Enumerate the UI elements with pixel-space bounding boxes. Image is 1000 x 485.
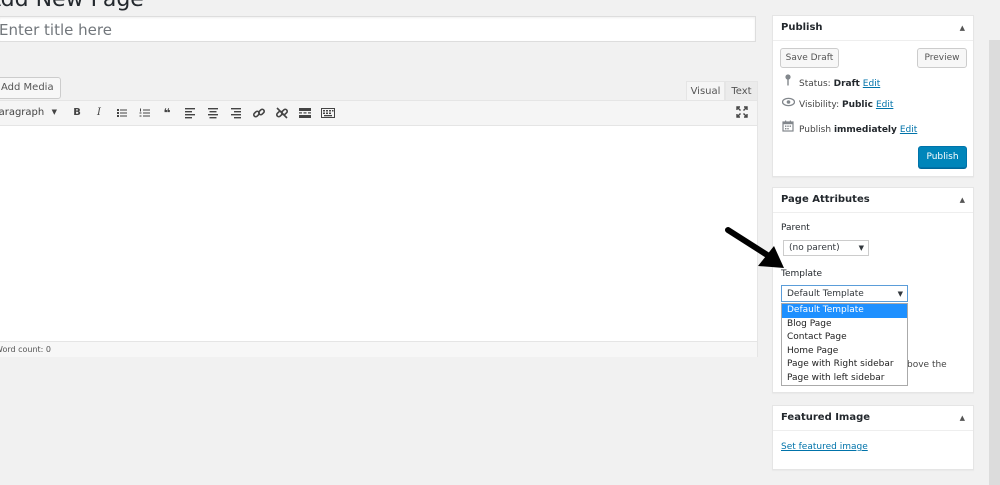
align-left-icon[interactable] bbox=[182, 105, 198, 121]
template-select-value: Default Template bbox=[787, 289, 864, 299]
publish-box-title: Publish bbox=[781, 22, 823, 33]
publish-button[interactable]: Publish bbox=[918, 146, 967, 168]
toolbar-toggle-icon[interactable] bbox=[320, 105, 336, 121]
italic-icon[interactable]: I bbox=[91, 105, 107, 121]
page-attributes-title: Page Attributes bbox=[781, 194, 870, 205]
numbered-list-icon[interactable] bbox=[137, 105, 153, 121]
template-option[interactable]: Contact Page bbox=[782, 331, 907, 345]
unlink-icon[interactable] bbox=[274, 105, 290, 121]
parent-select[interactable]: (no parent) ▼ bbox=[783, 240, 869, 256]
publish-time-value: immediately bbox=[833, 125, 897, 135]
publish-time-row: Publish immediately Edit bbox=[781, 120, 917, 137]
link-icon[interactable] bbox=[251, 105, 267, 121]
bold-icon[interactable]: B bbox=[69, 105, 85, 121]
collapse-icon[interactable]: ▲ bbox=[960, 414, 965, 422]
title-input[interactable]: Enter title here bbox=[0, 16, 756, 42]
preview-button[interactable]: Preview bbox=[917, 48, 967, 68]
visibility-row: Visibility: Public Edit bbox=[781, 97, 893, 111]
eye-icon bbox=[781, 97, 795, 112]
template-select[interactable]: Default Template ▼ bbox=[781, 285, 908, 302]
parent-select-value: (no parent) bbox=[789, 243, 840, 253]
collapse-icon[interactable]: ▲ bbox=[960, 24, 965, 32]
publish-box-header[interactable]: Publish ▲ bbox=[773, 16, 973, 41]
template-option[interactable]: Page with Right sidebar bbox=[782, 358, 907, 372]
word-count: Word count: 0 bbox=[0, 345, 52, 354]
status-value: Draft bbox=[833, 79, 860, 89]
calendar-icon bbox=[781, 120, 795, 137]
add-media-button[interactable]: Add Media bbox=[0, 77, 61, 99]
featured-image-box: Featured Image ▲ Set featured image bbox=[772, 405, 974, 470]
editor-toolbar: Paragraph ▼ B I ❝ bbox=[0, 101, 757, 126]
edit-visibility-link[interactable]: Edit bbox=[876, 100, 893, 110]
scrollbar[interactable] bbox=[989, 40, 1000, 485]
format-select[interactable]: Paragraph ▼ bbox=[0, 105, 59, 120]
template-option[interactable]: Home Page bbox=[782, 345, 907, 359]
fullscreen-icon[interactable] bbox=[735, 105, 749, 119]
featured-image-title: Featured Image bbox=[781, 412, 871, 423]
save-draft-button[interactable]: Save Draft bbox=[780, 48, 839, 68]
format-select-value: Paragraph bbox=[0, 107, 45, 118]
template-help-text: bove the bbox=[907, 360, 947, 370]
arrow-annotation-icon bbox=[725, 227, 784, 268]
publish-time-label: Publish bbox=[799, 125, 832, 135]
chevron-down-icon: ▼ bbox=[51, 108, 57, 116]
read-more-icon[interactable] bbox=[297, 105, 313, 121]
status-row: Status: Draft Edit bbox=[781, 74, 880, 91]
editor-body[interactable] bbox=[0, 126, 757, 341]
title-placeholder: Enter title here bbox=[0, 21, 112, 39]
content-editor: Paragraph ▼ B I ❝ bbox=[0, 100, 758, 357]
collapse-icon[interactable]: ▲ bbox=[960, 196, 965, 204]
align-right-icon[interactable] bbox=[228, 105, 244, 121]
tab-visual[interactable]: Visual bbox=[686, 81, 725, 102]
set-featured-image-link[interactable]: Set featured image bbox=[781, 442, 868, 452]
align-center-icon[interactable] bbox=[205, 105, 221, 121]
add-media-label: Add Media bbox=[1, 82, 54, 93]
blockquote-icon[interactable]: ❝ bbox=[159, 105, 175, 121]
chevron-down-icon: ▼ bbox=[858, 244, 864, 252]
visibility-label: Visibility: bbox=[799, 100, 840, 110]
template-option[interactable]: Default Template bbox=[782, 304, 907, 318]
template-option[interactable]: Blog Page bbox=[782, 318, 907, 332]
page-attributes-header[interactable]: Page Attributes ▲ bbox=[773, 188, 973, 213]
editor-statusbar: Word count: 0 bbox=[0, 341, 757, 357]
pin-icon bbox=[781, 74, 795, 91]
chevron-down-icon: ▼ bbox=[897, 290, 903, 298]
visibility-value: Public bbox=[841, 100, 873, 110]
page-heading: Add New Page bbox=[0, 0, 144, 12]
template-option[interactable]: Page with left sidebar bbox=[782, 372, 907, 386]
template-dropdown: Default Template Blog Page Contact Page … bbox=[781, 303, 908, 386]
edit-publish-time-link[interactable]: Edit bbox=[900, 125, 917, 135]
page-attributes-box: Page Attributes ▲ Parent (no parent) ▼ T… bbox=[772, 187, 974, 393]
bullet-list-icon[interactable] bbox=[114, 105, 130, 121]
status-label: Status: bbox=[799, 79, 831, 89]
featured-image-header[interactable]: Featured Image ▲ bbox=[773, 406, 973, 431]
edit-status-link[interactable]: Edit bbox=[863, 79, 880, 89]
tab-text[interactable]: Text bbox=[725, 81, 758, 102]
publish-box: Publish ▲ Save Draft Preview Status: Dra… bbox=[772, 15, 974, 177]
